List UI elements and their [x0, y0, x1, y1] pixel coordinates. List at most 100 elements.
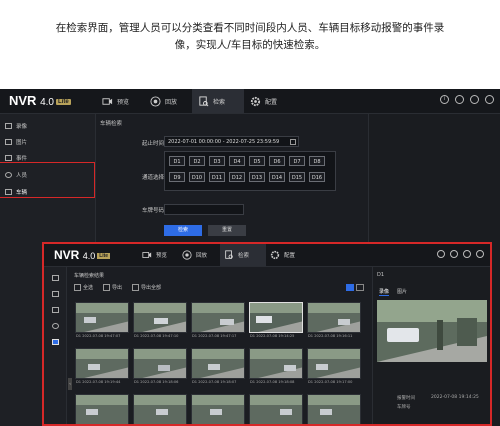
car-icon[interactable]	[52, 339, 59, 345]
logo-edition-badge: Lite	[55, 98, 71, 105]
grid-view-icon[interactable]	[346, 284, 354, 291]
search-file-icon	[199, 95, 209, 106]
channel-button[interactable]: D1	[169, 156, 185, 166]
prev-page-arrow[interactable]: ‹	[68, 378, 72, 390]
channel-button[interactable]: D3	[209, 156, 225, 166]
search-button[interactable]: 检索	[164, 225, 202, 236]
time-range-input[interactable]: 2022-07-01 00:00:00 - 2022-07-25 23:59:5…	[164, 136, 299, 147]
result-thumbnail[interactable]	[133, 348, 187, 379]
thumbnail-caption: D1 2022-07-08 19:18:08	[250, 380, 295, 384]
result-thumbnail[interactable]	[191, 394, 245, 424]
result-thumbnail[interactable]	[191, 302, 245, 333]
sidebar-item-label: 录像	[16, 123, 28, 130]
tab-search[interactable]: 检索	[220, 244, 266, 266]
image-icon[interactable]	[52, 291, 59, 297]
logo-edition-badge: Lite	[97, 252, 111, 259]
result-thumbnail[interactable]	[307, 394, 361, 424]
calendar-icon[interactable]	[290, 139, 296, 145]
results-sidebar	[44, 267, 67, 424]
sidebar-item-label: 事件	[16, 155, 28, 162]
result-thumbnail[interactable]	[75, 348, 129, 379]
reset-button[interactable]: 重置	[208, 225, 246, 236]
power-icon[interactable]	[450, 250, 458, 258]
result-thumbnail[interactable]	[75, 394, 129, 424]
tab-playback[interactable]: 回放	[178, 244, 222, 266]
results-top-bar: NVR 4.0 Lite 预览 回放 检索 配置	[44, 244, 490, 267]
channel-button[interactable]: D12	[229, 172, 245, 182]
channel-button[interactable]: D11	[209, 172, 225, 182]
thumbnail-caption: D1 2022-07-08 19:47:07	[76, 334, 121, 338]
tab-config-label: 配置	[284, 253, 296, 259]
result-thumbnail[interactable]	[191, 348, 245, 379]
results-title: 车辆检索结果	[74, 273, 105, 279]
channel-button[interactable]: D9	[169, 172, 185, 182]
channel-button[interactable]: D8	[309, 156, 325, 166]
tab-playback-label: 回放	[165, 98, 178, 106]
playback-icon	[182, 250, 192, 260]
camera-icon	[142, 252, 152, 258]
result-thumbnail-selected[interactable]	[249, 302, 303, 333]
gear-icon	[250, 96, 261, 106]
select-all-checkbox[interactable]: 全选	[74, 284, 93, 291]
channel-button[interactable]: D10	[189, 172, 205, 182]
plate-number-input[interactable]	[164, 204, 244, 215]
tab-preview[interactable]: 预览	[98, 89, 146, 113]
highlight-box	[0, 162, 95, 198]
channel-button[interactable]: D5	[249, 156, 265, 166]
thumbnail-caption: D1 2022-07-08 19:17:00	[308, 380, 353, 384]
channel-button[interactable]: D14	[269, 172, 285, 182]
list-view-icon[interactable]	[356, 284, 364, 291]
app-logo: NVR 4.0 Lite	[9, 93, 71, 108]
tab-config-label: 配置	[265, 98, 278, 106]
menu-icon[interactable]	[476, 250, 484, 258]
event-icon	[5, 154, 12, 161]
channel-button[interactable]: D4	[229, 156, 245, 166]
info-icon[interactable]: i	[440, 95, 449, 104]
video-icon[interactable]	[52, 275, 59, 281]
channel-button[interactable]: D7	[289, 156, 305, 166]
camera-icon	[102, 97, 113, 105]
channel-grid: D1 D2 D3 D4 D5 D6 D7 D8 D9 D10 D11 D12 D…	[164, 151, 336, 191]
download-icon[interactable]	[470, 95, 479, 104]
info-icon[interactable]	[437, 250, 445, 258]
result-thumbnail[interactable]	[249, 348, 303, 379]
tab-recording[interactable]: 录像	[379, 288, 390, 296]
result-thumbnail[interactable]	[249, 394, 303, 424]
tab-preview-label: 预览	[156, 253, 168, 259]
download-icon[interactable]	[463, 250, 471, 258]
thumbnail-caption: D1 2022-07-08 19:47:10	[134, 334, 179, 338]
plate-number-label: 车牌号码	[142, 208, 165, 214]
channel-button[interactable]: D16	[309, 172, 325, 182]
result-thumbnail[interactable]	[307, 348, 361, 379]
image-icon	[5, 138, 12, 145]
tab-config[interactable]: 配置	[246, 89, 294, 113]
result-thumbnail[interactable]	[133, 302, 187, 333]
tab-picture[interactable]: 图片	[397, 288, 407, 296]
sidebar-item-picture[interactable]: 图片	[5, 136, 27, 147]
channel-button[interactable]: D15	[289, 172, 305, 182]
export-button[interactable]: 导出	[103, 284, 122, 291]
logo-version: 4.0	[82, 251, 96, 261]
result-thumbnail[interactable]	[133, 394, 187, 424]
playback-icon	[150, 95, 161, 107]
channel-button[interactable]: D2	[189, 156, 205, 166]
time-range-label: 起止时间	[142, 141, 165, 147]
channel-button[interactable]: D13	[249, 172, 265, 182]
menu-icon[interactable]	[485, 95, 494, 104]
event-icon[interactable]	[52, 307, 59, 313]
tab-playback[interactable]: 回放	[146, 89, 194, 113]
search-file-icon	[225, 250, 233, 259]
power-icon[interactable]	[455, 95, 464, 104]
tab-preview[interactable]: 预览	[138, 244, 182, 266]
result-thumbnail[interactable]	[307, 302, 361, 333]
result-thumbnail[interactable]	[75, 302, 129, 333]
tab-playback-label: 回放	[196, 253, 208, 259]
channel-button[interactable]: D6	[269, 156, 285, 166]
sidebar-item-recording[interactable]: 录像	[5, 120, 27, 131]
person-icon[interactable]	[52, 323, 59, 329]
tab-search[interactable]: 检索	[192, 89, 244, 113]
app-logo: NVR 4.0 Lite	[54, 248, 111, 262]
tab-config[interactable]: 配置	[266, 244, 312, 266]
detail-tabs: 录像 图片	[379, 288, 407, 296]
export-all-button[interactable]: 导出全部	[132, 284, 161, 291]
